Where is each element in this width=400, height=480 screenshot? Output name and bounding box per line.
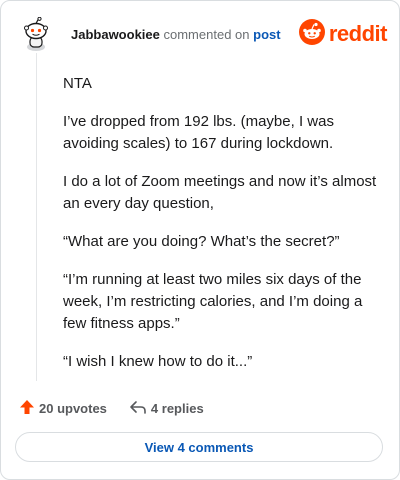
comment-header: Jabbawookiee commented on post reddit bbox=[13, 15, 388, 55]
reddit-alien-logo-icon bbox=[298, 18, 325, 50]
username-link[interactable]: Jabbawookiee bbox=[71, 27, 160, 42]
comment-card: Jabbawookiee commented on post reddit NT… bbox=[0, 0, 400, 480]
replies-count: 4 replies bbox=[150, 400, 204, 416]
upvote-count: 20 upvotes bbox=[39, 400, 107, 416]
comment-paragraph: “I’m running at least two miles six days… bbox=[63, 271, 363, 332]
comment-actions: 20 upvotes 4 replies bbox=[19, 397, 204, 419]
comment-paragraph: “I wish I knew how to do it...” bbox=[63, 353, 253, 370]
upvote-arrow-icon bbox=[19, 399, 35, 418]
comment-meta: Jabbawookiee commented on post bbox=[71, 27, 281, 43]
reddit-brand[interactable]: reddit bbox=[298, 18, 388, 50]
comment-paragraph: I do a lot of Zoom meetings and now it’s… bbox=[63, 173, 377, 212]
comment-paragraph: NTA bbox=[63, 75, 92, 92]
upvote-button[interactable]: 20 upvotes bbox=[19, 399, 107, 418]
action-text: commented on bbox=[163, 27, 250, 42]
replies-button[interactable]: 4 replies bbox=[129, 399, 204, 418]
view-comments-button[interactable]: View 4 comments bbox=[15, 432, 383, 462]
snoo-avatar-icon[interactable] bbox=[21, 16, 51, 51]
reply-arrow-icon bbox=[129, 399, 147, 418]
comment-paragraph: I’ve dropped from 192 lbs. (maybe, I was… bbox=[63, 113, 334, 152]
post-link[interactable]: post bbox=[253, 27, 280, 42]
comment-body: NTA I’ve dropped from 192 lbs. (maybe, I… bbox=[63, 73, 383, 389]
comment-paragraph: “What are you doing? What’s the secret?” bbox=[63, 233, 340, 250]
thread-line bbox=[36, 53, 37, 381]
reddit-wordmark: reddit bbox=[328, 21, 388, 46]
